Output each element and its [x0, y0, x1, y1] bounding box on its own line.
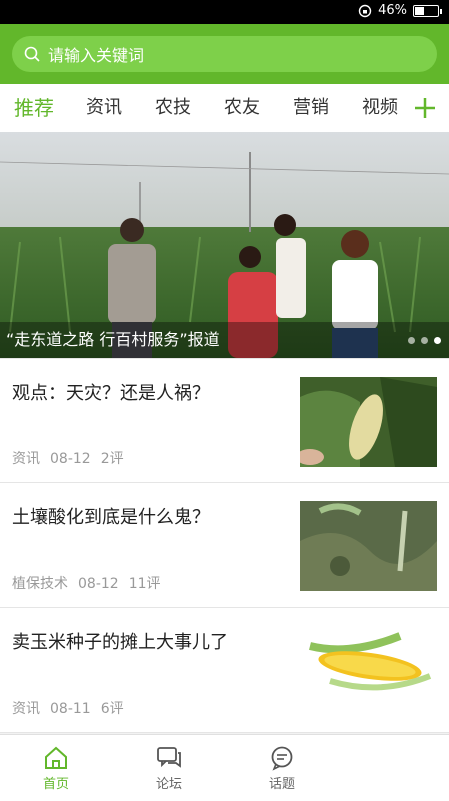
bottom-nav: 首页 论坛 话题 [0, 734, 449, 801]
banner-carousel[interactable]: “走东道之路 行百村服务”报道 [0, 132, 449, 358]
article-comments: 11评 [128, 576, 161, 592]
nav-label: 首页 [42, 777, 69, 792]
article-title: 土壤酸化到底是什么鬼？ [12, 507, 210, 528]
article-item[interactable]: 土壤酸化到底是什么鬼？ 植保技术 08-12 11评 [0, 483, 449, 608]
article-title: 观点：天灾？还是人祸？ [12, 383, 210, 404]
rotation-lock-icon [358, 4, 372, 17]
article-title: 卖玉米种子的摊上大事儿了 [12, 632, 228, 653]
banner-caption: “走东道之路 行百村服务”报道 [0, 322, 449, 358]
tab-news[interactable]: 资讯 [86, 84, 122, 132]
home-icon [45, 746, 67, 769]
article-category: 植保技术 [12, 576, 68, 592]
nav-forum[interactable]: 论坛 [134, 735, 204, 801]
article-category: 资讯 [12, 451, 40, 467]
article-item[interactable]: 观点：天灾？还是人祸？ 资讯 08-12 2评 [0, 358, 449, 483]
add-tab-icon[interactable] [409, 92, 441, 124]
article-date: 08-12 [50, 451, 91, 467]
article-category: 资讯 [12, 701, 40, 717]
article-thumbnail [300, 626, 437, 716]
article-meta: 资讯 08-12 2评 [12, 448, 134, 468]
topic-icon [271, 746, 293, 771]
battery-icon [413, 4, 442, 17]
search-placeholder: 请输入关键词 [48, 46, 145, 65]
search-icon [24, 46, 40, 62]
nav-label: 话题 [268, 777, 295, 792]
carousel-dot [408, 337, 415, 344]
article-comments: 6评 [100, 701, 124, 717]
battery-percent: 46% [378, 3, 407, 18]
app-header: 请输入关键词 [0, 24, 449, 84]
carousel-dot [421, 337, 428, 344]
nav-home[interactable]: 首页 [21, 735, 91, 801]
forum-icon [157, 747, 181, 768]
tab-farmers[interactable]: 农友 [224, 84, 260, 132]
tab-farm-tech[interactable]: 农技 [155, 84, 191, 132]
tab-video[interactable]: 视频 [362, 84, 398, 132]
category-tabs: 推荐 资讯 农技 农友 营销 视频 [0, 84, 449, 132]
tab-recommend[interactable]: 推荐 [14, 84, 54, 132]
article-thumbnail [300, 377, 437, 467]
nav-label: 论坛 [155, 777, 182, 792]
status-bar: 46% [0, 0, 449, 24]
article-date: 08-12 [78, 576, 119, 592]
article-item[interactable]: 卖玉米种子的摊上大事儿了 资讯 08-11 6评 [0, 608, 449, 733]
tab-marketing[interactable]: 营销 [293, 84, 329, 132]
article-list: 观点：天灾？还是人祸？ 资讯 08-12 2评 土壤酸化到底是什么鬼？ 植保技术 08… [0, 358, 449, 733]
article-date: 08-11 [50, 701, 91, 717]
article-meta: 植保技术 08-12 11评 [12, 573, 171, 593]
search-bar[interactable]: 请输入关键词 [12, 36, 437, 72]
carousel-dot-active [434, 337, 441, 344]
article-meta: 资讯 08-11 6评 [12, 698, 134, 718]
article-thumbnail [300, 501, 437, 591]
article-comments: 2评 [100, 451, 124, 467]
carousel-indicator [408, 337, 441, 344]
nav-topic[interactable]: 话题 [247, 735, 317, 801]
